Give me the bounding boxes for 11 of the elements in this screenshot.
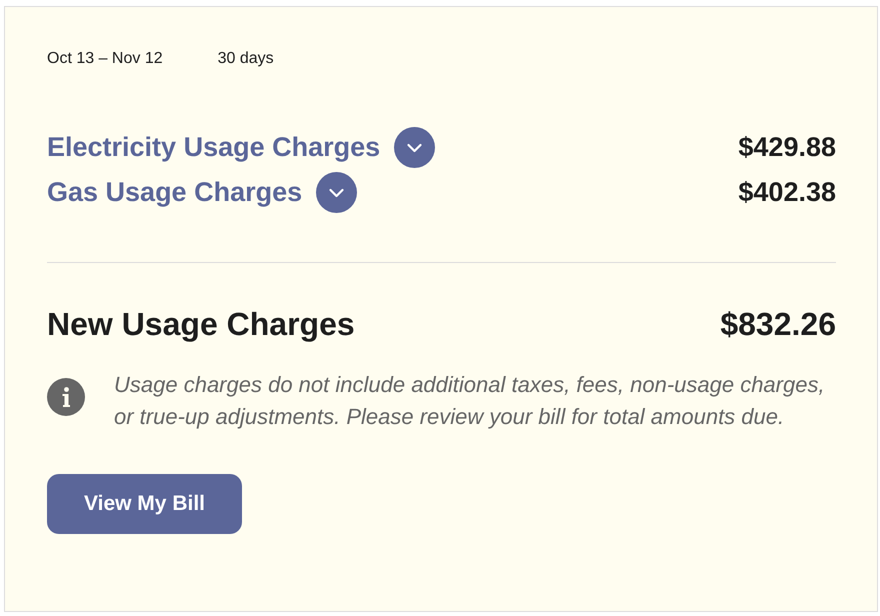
view-bill-button[interactable]: View My Bill (47, 474, 242, 534)
billing-period-duration: 30 days (218, 49, 274, 69)
charge-toggle[interactable]: Gas Usage Charges (47, 172, 358, 213)
total-amount: $832.26 (720, 306, 836, 342)
info-icon (47, 378, 85, 416)
charge-amount: $402.38 (738, 176, 836, 209)
billing-period-dates: Oct 13 – Nov 12 (47, 49, 163, 69)
charge-amount: $429.88 (738, 131, 836, 164)
total-label: New Usage Charges (47, 306, 355, 342)
charge-toggle[interactable]: Electricity Usage Charges (47, 127, 436, 168)
notice-text: Usage charges do not include additional taxes, fees, non-usage charges, or true-up adjustments. Please review your bill for total amounts due. (114, 371, 826, 431)
